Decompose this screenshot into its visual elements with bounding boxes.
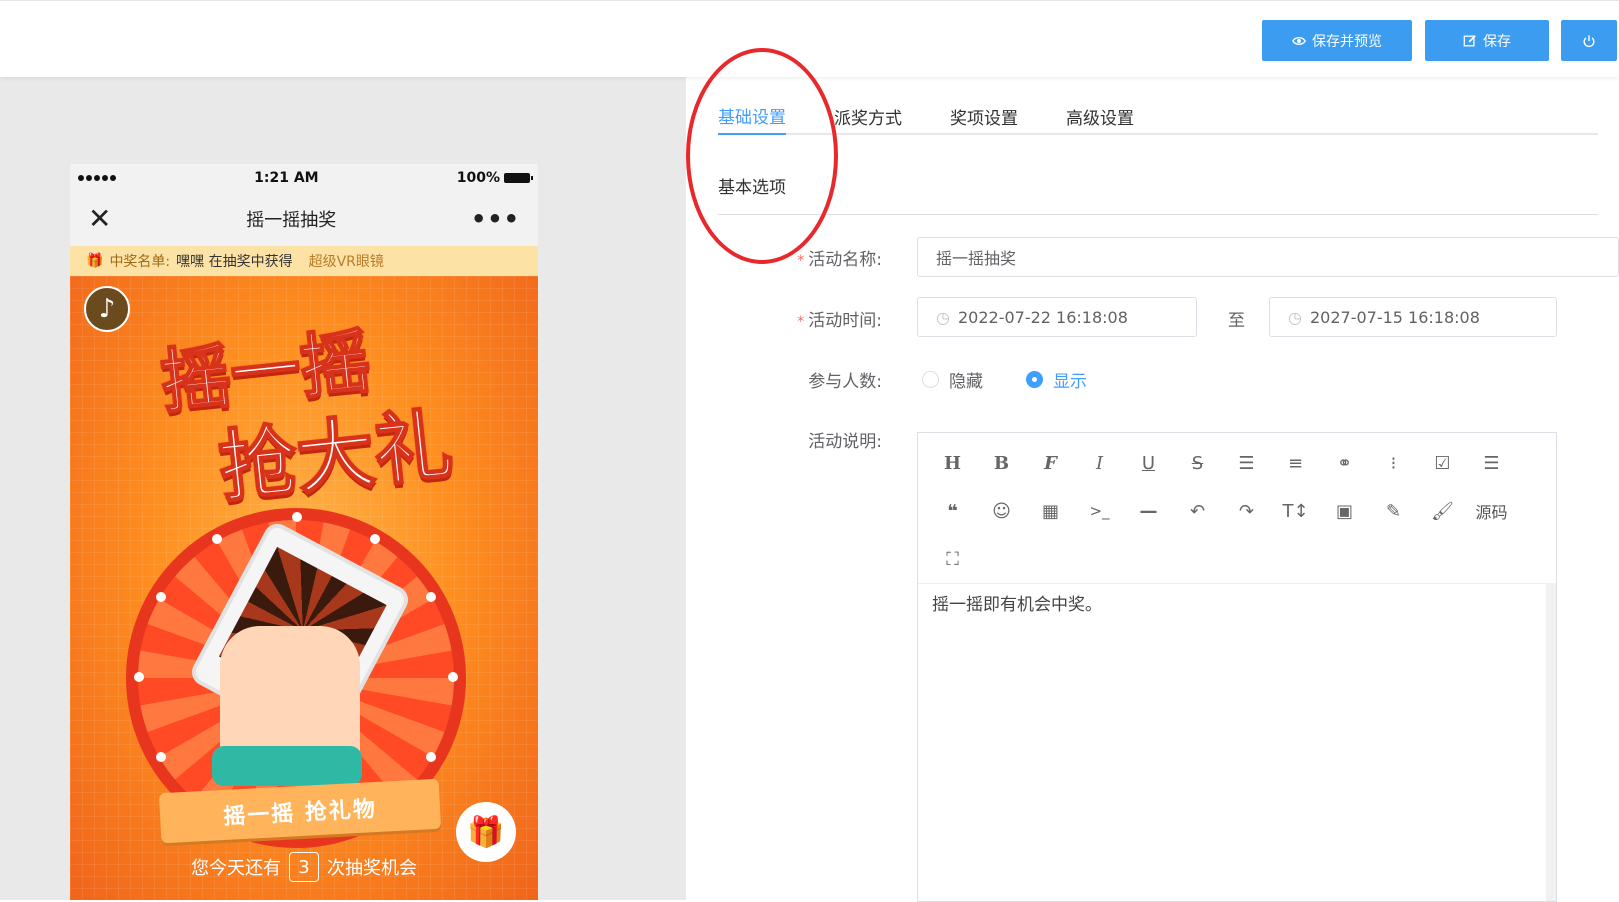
tab-prize-settings[interactable]: 奖项设置 <box>950 97 1018 135</box>
code-icon[interactable]: >_ <box>1075 487 1124 535</box>
align-icon[interactable]: ☰ <box>1467 439 1516 487</box>
tab-advanced-settings[interactable]: 高级设置 <box>1066 97 1134 135</box>
light-bulb <box>370 534 380 544</box>
range-separator: 至 <box>1228 311 1245 331</box>
settings-tabs: 基础设置 派奖方式 奖项设置 高级设置 <box>718 97 1598 135</box>
annotation-circle <box>686 48 838 264</box>
clock-icon: ◷ <box>1288 307 1302 327</box>
strikethrough-icon[interactable]: S <box>1173 439 1222 487</box>
status-time: 1:21 AM <box>254 170 319 186</box>
status-bar: 1:21 AM 100% <box>70 164 538 192</box>
quote-icon[interactable]: ❝ <box>928 487 977 535</box>
music-icon[interactable]: ♪ <box>84 286 130 332</box>
editor-scrollbar[interactable] <box>1546 583 1556 901</box>
fullscreen-icon[interactable]: ⛶ <box>928 535 977 583</box>
top-toolbar: 保存并预览 保存 <box>0 0 1619 77</box>
rich-text-editor: H B F I U S ☰ ≡ ⚭ ⁝ ☑ ☰ ❝ ☺ ▦ >_ — ↶ ↷ T… <box>917 432 1557 902</box>
description-label: 活动说明: <box>808 432 882 452</box>
redo-icon[interactable]: ↷ <box>1222 487 1271 535</box>
checkbox-icon[interactable]: ☑ <box>1418 439 1467 487</box>
light-bulb <box>134 672 144 682</box>
end-time-input[interactable]: ◷ 2027-07-15 16:18:08 <box>1269 297 1557 337</box>
winner-name: 嘿嘿 在抽奖中获得 <box>176 254 293 270</box>
eye-icon <box>1292 36 1306 45</box>
participants-label: 参与人数: <box>808 372 882 392</box>
clock-icon: ◷ <box>936 307 950 327</box>
font-icon[interactable]: F <box>1026 439 1075 487</box>
link-icon[interactable]: ⚭ <box>1320 439 1369 487</box>
text-size-icon[interactable]: T↕ <box>1271 487 1320 535</box>
light-bulb <box>426 592 436 602</box>
indent-icon[interactable]: ☰ <box>1222 439 1271 487</box>
brush-icon[interactable]: 🖌 <box>1418 487 1467 535</box>
editor-content[interactable]: 摇一摇即有机会中奖。 <box>918 583 1546 901</box>
eraser-icon[interactable]: ✎ <box>1369 487 1418 535</box>
heading-icon[interactable]: H <box>928 439 977 487</box>
power-button[interactable] <box>1561 20 1617 61</box>
activity-name-input[interactable]: 摇一摇抽奖 <box>917 237 1619 277</box>
collar-illustration <box>212 746 362 786</box>
radio-show[interactable]: 显示 <box>1026 367 1087 392</box>
undo-icon[interactable]: ↶ <box>1173 487 1222 535</box>
underline-icon[interactable]: U <box>1124 439 1173 487</box>
phone-navbar: ✕ 摇一摇抽奖 ••• <box>70 192 538 246</box>
light-bulb <box>156 592 166 602</box>
light-bulb <box>156 752 166 762</box>
lottery-stage: ♪ 摇一摇 抢大礼 摇一摇 抢礼物 🎁 您今天还有 3 次抽奖机会 <box>70 276 538 900</box>
tab-award-method[interactable]: 派奖方式 <box>834 97 902 135</box>
italic-icon[interactable]: I <box>1075 439 1124 487</box>
time-label: * 活动时间: <box>797 311 882 331</box>
winner-ticker: 🎁 中奖名单: 嘿嘿 在抽奖中获得 超级VR眼镜 <box>70 246 538 276</box>
edit-icon <box>1463 34 1476 46</box>
radio-hide[interactable]: 隐藏 <box>922 367 983 392</box>
bold-icon[interactable]: B <box>977 439 1026 487</box>
list-icon[interactable]: ⁝ <box>1369 439 1418 487</box>
line-height-icon[interactable]: ≡ <box>1271 439 1320 487</box>
light-bulb <box>292 512 302 522</box>
save-preview-button[interactable]: 保存并预览 <box>1262 20 1412 61</box>
winner-prize: 超级VR眼镜 <box>308 254 384 270</box>
light-bulb <box>426 752 436 762</box>
winner-prefix: 中奖名单: <box>109 254 171 270</box>
section-title: 基本选项 <box>718 173 1598 215</box>
chance-counter: 您今天还有 3 次抽奖机会 <box>70 852 538 882</box>
light-bulb <box>448 672 458 682</box>
source-code-button[interactable]: 源码 <box>1467 487 1516 535</box>
light-bulb <box>212 534 222 544</box>
chance-count: 3 <box>289 852 319 882</box>
phone-title: 摇一摇抽奖 <box>246 210 337 231</box>
power-icon <box>1583 34 1595 47</box>
battery-icon <box>503 173 533 183</box>
start-time-input[interactable]: ◷ 2022-07-22 16:18:08 <box>917 297 1197 337</box>
emoji-icon[interactable]: ☺ <box>977 487 1026 535</box>
divider-icon[interactable]: — <box>1124 487 1173 535</box>
close-icon[interactable]: ✕ <box>88 205 111 233</box>
phone-preview: 1:21 AM 100% ✕ 摇一摇抽奖 ••• 🎁 中奖名单: 嘿嘿 在抽奖中… <box>70 164 538 900</box>
gift-icon: 🎁 <box>86 253 104 269</box>
editor-toolbar: H B F I U S ☰ ≡ ⚭ ⁝ ☑ ☰ ❝ ☺ ▦ >_ — ↶ ↷ T… <box>918 433 1556 583</box>
battery-percent: 100% <box>456 170 500 186</box>
more-icon[interactable]: ••• <box>471 205 520 233</box>
table-icon[interactable]: ▦ <box>1026 487 1075 535</box>
image-icon[interactable]: ▣ <box>1320 487 1369 535</box>
save-button[interactable]: 保存 <box>1425 20 1549 61</box>
signal-icon <box>78 175 116 181</box>
